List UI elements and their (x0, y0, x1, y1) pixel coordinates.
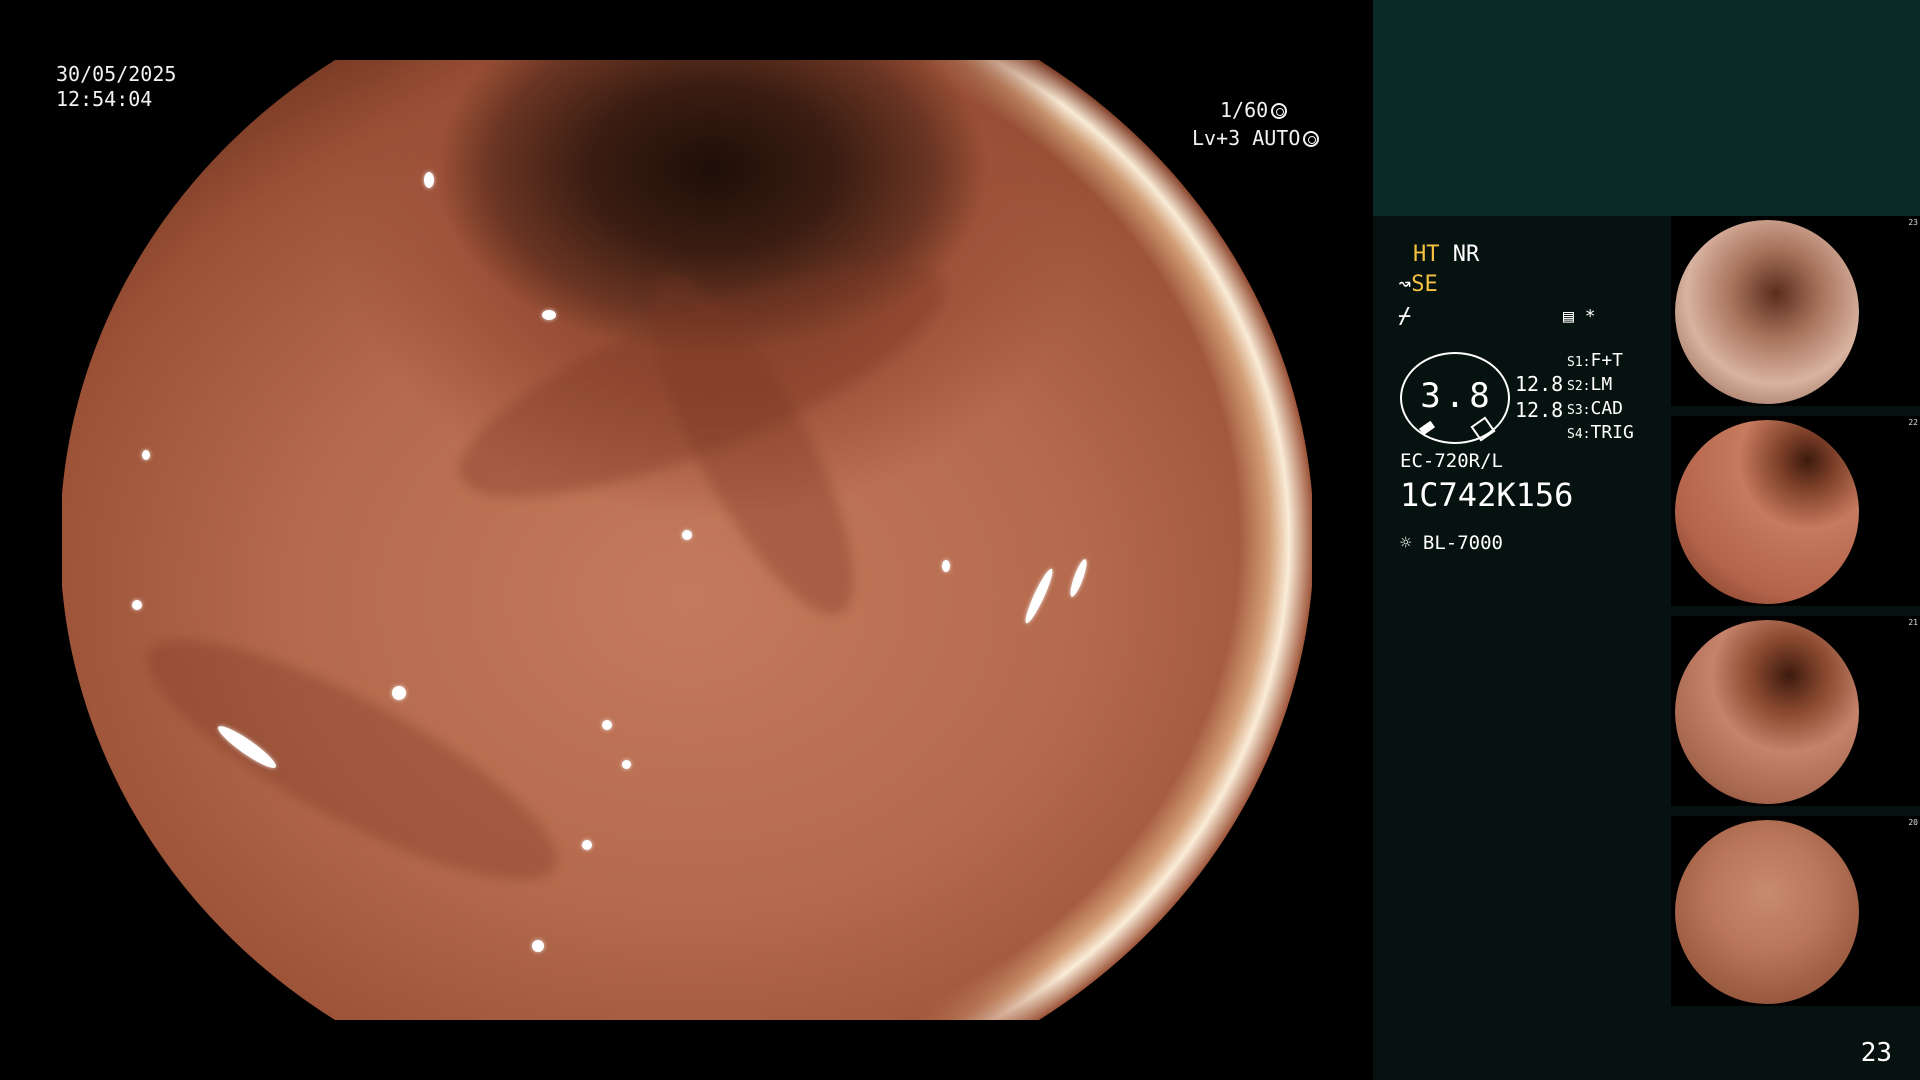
se-indicator: SE (1411, 272, 1438, 297)
endoscope-image (62, 60, 1312, 1020)
specular-highlight (682, 530, 692, 540)
s1-value: F+T (1590, 350, 1623, 371)
zoom-left-marker (1418, 420, 1436, 436)
time-label: 12:54:04 (56, 87, 153, 111)
specular-highlight (582, 840, 592, 850)
captured-image[interactable]: 22 (1671, 416, 1920, 606)
specular-highlight (532, 940, 544, 952)
specular-highlight (542, 310, 556, 320)
light-level-readout: Lv+3 AUTO (1192, 126, 1320, 151)
aperture-icon (1271, 103, 1288, 119)
structure-enhance-icon: ↝ (1398, 272, 1412, 297)
thumbnail-number: 23 (1908, 218, 1918, 227)
light-level-value: Lv+3 AUTO (1192, 126, 1301, 150)
specular-highlight (622, 760, 631, 769)
nr-indicator: NR (1452, 242, 1480, 267)
captured-image[interactable]: 20 (1671, 816, 1920, 1006)
s2-value: LM (1590, 374, 1613, 395)
thumbnail-image (1675, 220, 1859, 404)
s2-label: S2: (1567, 379, 1591, 394)
value-top: 12.8 (1515, 372, 1564, 396)
captured-image[interactable]: 23 (1671, 216, 1920, 406)
zoom-right-marker (1470, 416, 1496, 442)
specular-highlight (132, 600, 142, 610)
endoscope-live-view: 30/05/2025 12:54:04 1/60 Lv+3 AUTO (0, 0, 1373, 1080)
value-bottom: 12.8 (1515, 398, 1564, 422)
auto-iris-icon (1303, 131, 1320, 147)
thumbnail-image (1675, 420, 1859, 604)
specular-highlight (142, 450, 150, 460)
scope-serial: 1C742K156 (1400, 476, 1574, 514)
scope-model: EC-720R/L (1400, 450, 1503, 472)
thumbnail-number: 22 (1908, 418, 1918, 427)
light-source-model: BL-7000 (1422, 532, 1503, 554)
shutter-value: 1/60 (1220, 98, 1269, 122)
thumbnail-number: 21 (1908, 618, 1918, 627)
zoom-value: 3.8 (1420, 376, 1494, 416)
s3-label: S3: (1567, 403, 1591, 418)
illumination-rim (62, 60, 1312, 1020)
datetime-readout: 30/05/2025 12:54:04 (56, 62, 176, 112)
s3-value: CAD (1590, 398, 1623, 419)
s1-label: S1: (1567, 355, 1591, 370)
shutter-readout: 1/60 (1220, 98, 1288, 123)
star-indicator: * (1584, 306, 1596, 327)
captured-image[interactable]: 21 (1671, 616, 1920, 806)
thumbnail-image (1675, 620, 1859, 804)
thumbnail-number: 20 (1908, 818, 1918, 827)
ht-indicator: HT (1413, 242, 1440, 267)
page-number: 23 (1860, 1038, 1892, 1068)
specular-highlight (424, 172, 434, 188)
specular-highlight (392, 686, 406, 700)
zoom-indicator: 3.8 (1400, 352, 1510, 444)
specular-highlight (942, 560, 950, 572)
record-icon: ▤ (1563, 306, 1574, 327)
status-panel-header (1373, 0, 1920, 216)
light-source-icon: ☼ (1400, 532, 1412, 554)
thumbnail-image (1675, 820, 1859, 1004)
specular-highlight (602, 720, 612, 730)
captured-image-list: 23 22 21 20 (1671, 216, 1920, 1016)
s4-label: S4: (1567, 427, 1591, 442)
date-label: 30/05/2025 (56, 62, 177, 86)
s4-value: TRIG (1590, 422, 1634, 443)
freeze-icon: ⌿ (1398, 304, 1412, 329)
